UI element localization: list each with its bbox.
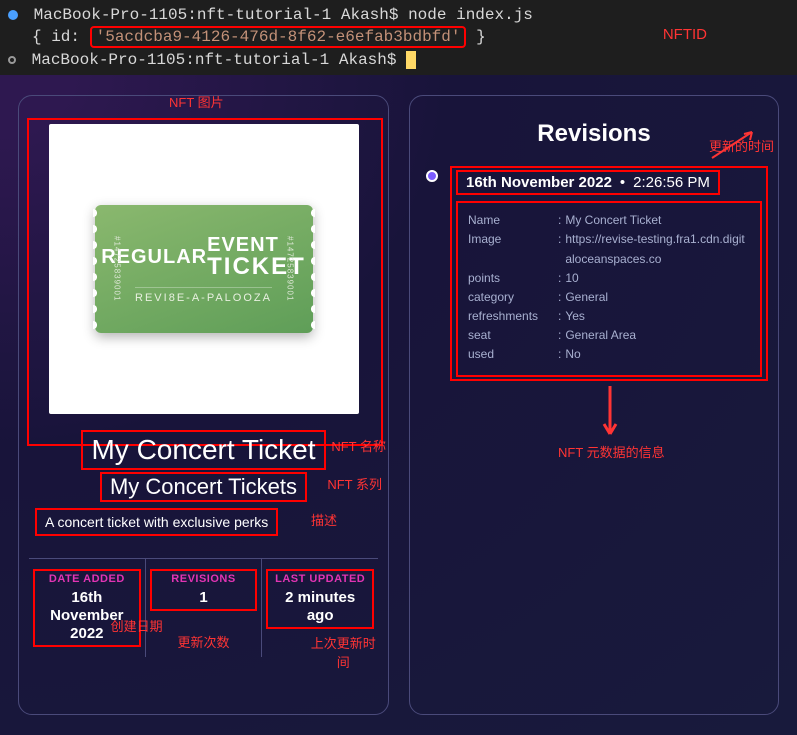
stat-date-added: DATE ADDED 16th November 2022 创建日期 <box>29 559 146 657</box>
revision-field-colon: : <box>558 307 565 326</box>
revision-entry: 16th November 2022 • 2:26:56 PM Name: My… <box>426 166 768 381</box>
terminal-command: node index.js <box>408 6 533 24</box>
terminal-output-prefix: { id: <box>32 28 80 46</box>
stat-revisions-label: REVISIONS <box>154 573 254 585</box>
annotation-nft-name: NFT 名称 <box>331 436 386 455</box>
ticket-serial-left: #14725839001 <box>113 236 122 301</box>
annotation-last-updated: 上次更新时间 <box>309 633 378 671</box>
stat-last-updated-label: LAST UPDATED <box>270 573 370 585</box>
timeline-dot-icon <box>426 170 438 182</box>
terminal-prompt-1: MacBook-Pro-1105:nft-tutorial-1 Akash$ <box>34 6 399 24</box>
revision-field-value: No <box>565 345 750 364</box>
revision-field-key: category <box>468 288 558 307</box>
nft-detail-card: NFT 图片 #14725839001 #14725839001 REGULAR… <box>18 95 389 715</box>
revision-field-colon: : <box>558 269 565 288</box>
revision-field-key: Image <box>468 230 558 268</box>
terminal-prompt-2: MacBook-Pro-1105:nft-tutorial-1 Akash$ <box>32 51 397 69</box>
revision-field-row: seat: General Area <box>468 326 750 345</box>
nft-id-value: '5acdcba9-4126-476d-8f62-e6efab3bdbfd' <box>90 26 467 48</box>
revision-field-key: Name <box>468 211 558 230</box>
terminal-line-3: MacBook-Pro-1105:nft-tutorial-1 Akash$ <box>8 49 789 71</box>
ticket-graphic: #14725839001 #14725839001 REGULAR EVENT … <box>95 205 313 333</box>
arrow-down-icon <box>600 384 620 444</box>
revision-field-colon: : <box>558 326 565 345</box>
revision-metadata: Name: My Concert TicketImage: https://re… <box>456 201 762 377</box>
revision-field-row: used: No <box>468 345 750 364</box>
nft-series: My Concert Tickets <box>100 472 307 502</box>
revision-field-colon: : <box>558 211 565 230</box>
revision-field-key: points <box>468 269 558 288</box>
revision-field-value: 10 <box>565 269 750 288</box>
revision-field-colon: : <box>558 230 565 268</box>
revisions-card: Revisions 更新的时间 16th November 2022 • 2:2… <box>409 95 779 715</box>
annotation-nft-series: NFT 系列 <box>327 474 382 493</box>
ticket-serial-right: #14725839001 <box>286 236 295 301</box>
nftid-annotation: NFTID <box>663 24 707 45</box>
revision-field-row: Name: My Concert Ticket <box>468 211 750 230</box>
revision-field-value: Yes <box>565 307 750 326</box>
stat-revisions: REVISIONS 1 更新次数 <box>146 559 263 657</box>
terminal-cursor-icon <box>406 51 416 69</box>
revision-field-value: General Area <box>565 326 750 345</box>
revision-field-value: https://revise-testing.fra1.cdn.digitalo… <box>565 230 750 268</box>
revision-field-value: General <box>565 288 750 307</box>
dashboard: NFT 图片 #14725839001 #14725839001 REGULAR… <box>0 75 797 735</box>
terminal-output-suffix: } <box>476 28 486 46</box>
annotation-description: 描述 <box>311 510 337 529</box>
revision-field-key: seat <box>468 326 558 345</box>
stat-last-updated: LAST UPDATED 2 minutes ago 上次更新时间 <box>262 559 378 657</box>
stat-date-added-value: 16th November 2022 <box>37 589 137 643</box>
revision-field-colon: : <box>558 288 565 307</box>
revision-time-sep: • <box>616 172 629 193</box>
stat-revisions-value: 1 <box>154 589 254 607</box>
stat-date-added-label: DATE ADDED <box>37 573 137 585</box>
terminal-output: MacBook-Pro-1105:nft-tutorial-1 Akash$ n… <box>0 0 797 75</box>
revision-field-row: category: General <box>468 288 750 307</box>
prompt-dot-icon <box>8 10 18 20</box>
annotation-nft-image: NFT 图片 <box>169 92 224 111</box>
ticket-subtitle: REVI8E-A-PALOOZA <box>135 287 272 304</box>
revision-field-colon: : <box>558 345 565 364</box>
revisions-title: Revisions <box>420 120 768 148</box>
revision-field-key: refreshments <box>468 307 558 326</box>
nft-name: My Concert Ticket <box>81 430 325 470</box>
revision-field-row: points: 10 <box>468 269 750 288</box>
prompt-dot-outline-icon <box>8 56 16 64</box>
revision-field-key: used <box>468 345 558 364</box>
revision-date: 16th November 2022 <box>462 172 616 193</box>
annotation-metadata-info: NFT 元数据的信息 <box>558 442 665 461</box>
nft-image-area: #14725839001 #14725839001 REGULAR EVENT … <box>49 124 359 414</box>
revision-field-row: Image: https://revise-testing.fra1.cdn.d… <box>468 230 750 268</box>
revision-time: 2:26:56 PM <box>629 172 714 193</box>
revision-field-row: refreshments: Yes <box>468 307 750 326</box>
stats-row: DATE ADDED 16th November 2022 创建日期 REVIS… <box>29 558 378 657</box>
nft-description: A concert ticket with exclusive perks <box>35 508 278 536</box>
annotation-revisions-count: 更新次数 <box>177 632 229 651</box>
revision-field-value: My Concert Ticket <box>565 211 750 230</box>
stat-last-updated-value: 2 minutes ago <box>270 589 370 625</box>
